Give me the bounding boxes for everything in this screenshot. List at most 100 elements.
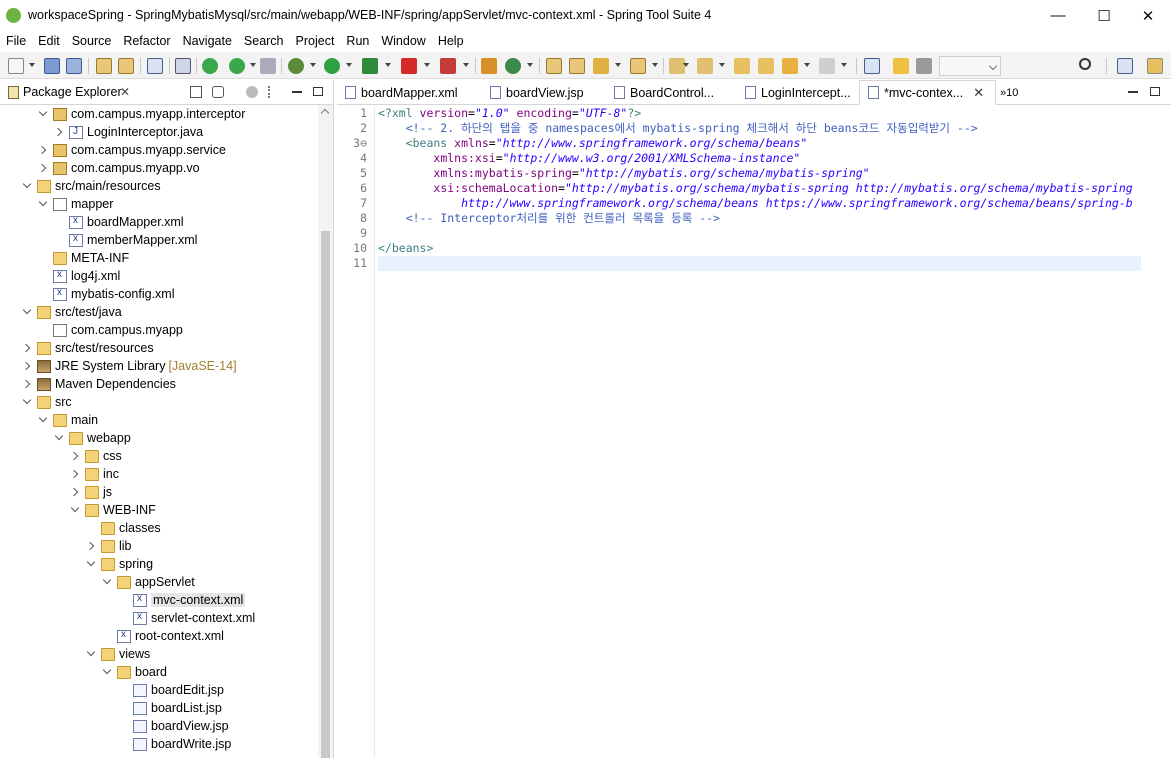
menu-navigate[interactable]: Navigate bbox=[177, 31, 238, 51]
menu-refactor[interactable]: Refactor bbox=[117, 31, 176, 51]
maximize-view-icon[interactable] bbox=[313, 87, 323, 96]
tree-item[interactable]: views bbox=[0, 645, 318, 663]
tree-item[interactable]: css bbox=[0, 447, 318, 465]
java-ee-perspective-icon[interactable] bbox=[1147, 58, 1163, 74]
tree-item[interactable]: spring bbox=[0, 555, 318, 573]
tab-overflow[interactable]: »10 bbox=[1000, 80, 1018, 105]
code-line[interactable]: xsi:schemaLocation="http://mybatis.org/s… bbox=[378, 181, 1132, 196]
code-line[interactable]: <beans xmlns="http://www.springframework… bbox=[378, 136, 808, 151]
minimize-view-icon[interactable] bbox=[292, 91, 302, 93]
tree-item[interactable]: lib bbox=[0, 537, 318, 555]
tab-close-icon[interactable]: ✕ bbox=[973, 85, 984, 101]
expanded-arrow-icon[interactable] bbox=[102, 667, 112, 677]
expanded-arrow-icon[interactable] bbox=[38, 109, 48, 119]
tree-scrollbar-thumb[interactable] bbox=[321, 231, 330, 758]
expanded-arrow-icon[interactable] bbox=[22, 181, 32, 191]
relaunch-icon[interactable] bbox=[229, 58, 245, 74]
menu-file[interactable]: File bbox=[0, 31, 32, 51]
expanded-arrow-icon[interactable] bbox=[70, 505, 80, 515]
stop-dropdown-icon[interactable] bbox=[424, 63, 430, 67]
search-icon[interactable] bbox=[1079, 58, 1091, 70]
tree-item[interactable]: boardMapper.xml bbox=[0, 213, 318, 231]
expanded-arrow-icon[interactable] bbox=[38, 199, 48, 209]
tree-item[interactable]: src/test/java bbox=[0, 303, 318, 321]
expanded-arrow-icon[interactable] bbox=[86, 559, 96, 569]
code-line[interactable]: </beans> bbox=[378, 241, 433, 256]
tree-item[interactable]: src/test/resources bbox=[0, 339, 318, 357]
code-line[interactable] bbox=[378, 256, 1141, 271]
debug-icon[interactable] bbox=[288, 58, 304, 74]
open-perspective-icon[interactable] bbox=[1117, 58, 1133, 74]
filter-icon[interactable] bbox=[246, 86, 258, 98]
tree-item[interactable]: classes bbox=[0, 519, 318, 537]
tree-item[interactable]: mybatis-config.xml bbox=[0, 285, 318, 303]
collapsed-arrow-icon[interactable] bbox=[70, 451, 80, 461]
menu-project[interactable]: Project bbox=[290, 31, 341, 51]
forward-edit-icon[interactable] bbox=[758, 58, 774, 74]
tree-item[interactable]: servlet-context.xml bbox=[0, 609, 318, 627]
collapsed-arrow-icon[interactable] bbox=[22, 379, 32, 389]
run-icon[interactable] bbox=[324, 58, 340, 74]
menu-edit[interactable]: Edit bbox=[32, 31, 66, 51]
highlight-icon[interactable] bbox=[893, 58, 909, 74]
tab-logininterceptor-java[interactable]: LoginIntercept... bbox=[745, 80, 851, 105]
tree-item[interactable]: boardView.jsp bbox=[0, 717, 318, 735]
tree-item[interactable]: boardList.jsp bbox=[0, 699, 318, 717]
back-icon[interactable] bbox=[782, 58, 798, 74]
new-icon[interactable] bbox=[8, 58, 24, 74]
menu-source[interactable]: Source bbox=[66, 31, 118, 51]
tree-item[interactable]: main bbox=[0, 411, 318, 429]
code-line[interactable]: <!-- Interceptor처리를 위한 컨트롤러 목록을 등록 --> bbox=[378, 211, 720, 226]
tree-item[interactable]: memberMapper.xml bbox=[0, 231, 318, 249]
package-explorer-title[interactable]: Package Explorer bbox=[23, 85, 122, 99]
tab-boardview-jsp[interactable]: boardView.jsp bbox=[490, 80, 584, 105]
tree-item[interactable]: boardEdit.jsp bbox=[0, 681, 318, 699]
collapsed-arrow-icon[interactable] bbox=[38, 163, 48, 173]
skip-breakpoints-icon[interactable] bbox=[175, 58, 191, 74]
editor-overview-ruler[interactable] bbox=[1143, 106, 1171, 758]
tree-item[interactable]: root-context.xml bbox=[0, 627, 318, 645]
console-icon[interactable] bbox=[147, 58, 163, 74]
code-line[interactable]: <?xml version="1.0" encoding="UTF-8"?> bbox=[378, 106, 641, 121]
maximize-button[interactable]: ☐ bbox=[1081, 0, 1127, 31]
tree-item[interactable]: com.campus.myapp.interceptor bbox=[0, 105, 318, 123]
tree-item[interactable]: com.campus.myapp.vo bbox=[0, 159, 318, 177]
tree-item[interactable]: src bbox=[0, 393, 318, 411]
tree-item[interactable]: src/main/resources bbox=[0, 177, 318, 195]
expanded-arrow-icon[interactable] bbox=[22, 397, 32, 407]
external-tools-dropdown-icon[interactable] bbox=[463, 63, 469, 67]
expanded-arrow-icon[interactable] bbox=[54, 433, 64, 443]
scroll-up-icon[interactable] bbox=[320, 108, 330, 118]
debug-dropdown-icon[interactable] bbox=[310, 63, 316, 67]
collapsed-arrow-icon[interactable] bbox=[70, 469, 80, 479]
code-line[interactable]: <!-- 2. 하단의 탭을 중 namespaces에서 mybatis-sp… bbox=[378, 121, 978, 136]
new-java-package-icon[interactable] bbox=[481, 58, 497, 74]
open-resource-icon[interactable] bbox=[118, 58, 134, 74]
collapsed-arrow-icon[interactable] bbox=[86, 541, 96, 551]
previous-annotation-icon[interactable] bbox=[697, 58, 713, 74]
menu-search[interactable]: Search bbox=[238, 31, 290, 51]
editor-minimize-icon[interactable] bbox=[1128, 91, 1138, 93]
grid-icon[interactable] bbox=[916, 58, 932, 74]
expanded-arrow-icon[interactable] bbox=[22, 307, 32, 317]
tree-item[interactable]: LoginInterceptor.java bbox=[0, 123, 318, 141]
menu-window[interactable]: Window bbox=[375, 31, 431, 51]
menu-help[interactable]: Help bbox=[432, 31, 470, 51]
pin-editor-icon[interactable] bbox=[864, 58, 880, 74]
new-java-class-dropdown-icon[interactable] bbox=[527, 63, 533, 67]
tree-item[interactable]: com.campus.myapp bbox=[0, 321, 318, 339]
tree-item[interactable]: JRE System Library [JavaSE-14] bbox=[0, 357, 318, 375]
expanded-arrow-icon[interactable] bbox=[86, 649, 96, 659]
pen-dropdown-icon[interactable] bbox=[615, 63, 621, 67]
tree-item[interactable]: META-INF bbox=[0, 249, 318, 267]
tab-boardcontroller-java[interactable]: BoardControl... bbox=[614, 80, 714, 105]
new-dropdown-icon[interactable] bbox=[29, 63, 35, 67]
open-folder-icon[interactable] bbox=[546, 58, 562, 74]
collapsed-arrow-icon[interactable] bbox=[22, 361, 32, 371]
collapse-all-icon[interactable] bbox=[190, 86, 202, 98]
next-annotation-dropdown-icon[interactable] bbox=[683, 63, 689, 67]
explorer-close-icon[interactable]: ✕ bbox=[120, 85, 130, 99]
tree-item[interactable]: com.campus.myapp.service bbox=[0, 141, 318, 159]
pen-icon[interactable] bbox=[593, 58, 609, 74]
tree-item[interactable]: appServlet bbox=[0, 573, 318, 591]
